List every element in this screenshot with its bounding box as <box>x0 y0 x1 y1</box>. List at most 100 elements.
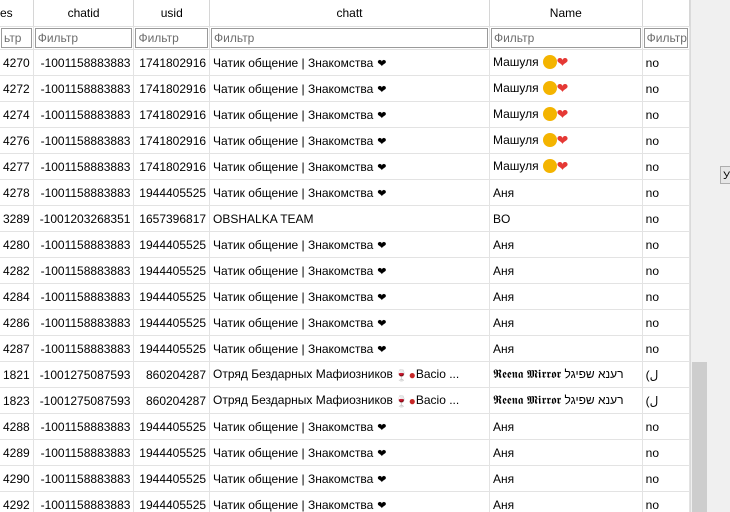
table-row[interactable]: 4278 -1001158883883 1944405525 Чатик общени… <box>0 179 690 206</box>
cell-extra[interactable]: no <box>642 309 690 336</box>
cell-chatt[interactable]: Чатик общение | Знакомства ❤ <box>209 127 490 154</box>
cell-extra[interactable]: no <box>642 257 690 284</box>
cell-id[interactable]: 4280 <box>0 231 34 258</box>
cell-chatt[interactable]: Чатик общение | Знакомства ❤ <box>209 75 490 102</box>
cell-chatt[interactable]: Чатик общение | Знакомства ❤ <box>209 439 490 466</box>
cell-extra[interactable]: no <box>642 75 690 102</box>
column-header-usid[interactable]: usid <box>133 0 211 27</box>
cell-usid[interactable]: 1944405525 <box>133 335 211 362</box>
table-row[interactable]: 4289 -1001158883883 1944405525 Чатик общени… <box>0 439 690 466</box>
cell-chatid[interactable]: -1001158883883 <box>33 335 135 362</box>
filter-cell-es[interactable]: ьтр <box>0 26 34 50</box>
cell-usid[interactable]: 1741802916 <box>133 127 211 154</box>
filter-name-input[interactable]: Фильтр <box>490 28 641 48</box>
cell-usid[interactable]: 1741802916 <box>133 153 211 180</box>
cell-chatid[interactable]: -1001158883883 <box>33 127 135 154</box>
cell-usid[interactable]: 1944405525 <box>133 179 211 206</box>
cell-id[interactable]: 4288 <box>0 413 34 440</box>
cell-id[interactable]: 4270 <box>0 49 34 76</box>
cell-chatt[interactable]: Чатик общение | Знакомства ❤ <box>209 49 490 76</box>
cell-name[interactable]: 𝕽𝖊𝖊𝖓𝖆 𝕸𝖎𝖗𝖗𝖔𝖗 רענא שפיגל <box>489 387 643 414</box>
cell-chatt[interactable]: Чатик общение | Знакомства ❤ <box>209 413 490 440</box>
cell-extra[interactable]: no <box>642 49 690 76</box>
table-row[interactable]: 1821 -1001275087593 860204287 Отряд Бездарн… <box>0 361 690 388</box>
cell-name[interactable]: Аня <box>489 491 643 512</box>
cell-id[interactable]: 4287 <box>0 335 34 362</box>
filter-cell-usid[interactable]: Фильтр <box>133 26 211 50</box>
column-header-chatt[interactable]: chatt <box>209 0 490 27</box>
vertical-scrollbar[interactable] <box>690 0 708 512</box>
cell-usid[interactable]: 1741802916 <box>133 75 211 102</box>
table-row[interactable]: 3289 -1001203268351 1657396817 OBSHALKA TEA… <box>0 205 690 232</box>
table-row[interactable]: 4277 -1001158883883 1741802916 Чатик общени… <box>0 153 690 180</box>
table-row[interactable]: 4280 -1001158883883 1944405525 Чатик общени… <box>0 231 690 258</box>
cell-chatt[interactable]: Чатик общение | Знакомства ❤ <box>209 179 490 206</box>
table-row[interactable]: 4292 -1001158883883 1944405525 Чатик общени… <box>0 491 690 512</box>
cell-chatt[interactable]: Чатик общение | Знакомства ❤ <box>209 283 490 310</box>
cell-chatid[interactable]: -1001275087593 <box>33 361 135 388</box>
cell-extra[interactable]: no <box>642 465 690 492</box>
cell-name[interactable]: 𝕽𝖊𝖊𝖓𝖆 𝕸𝖎𝖗𝖗𝖔𝖗 רענא שפיגל <box>489 361 643 388</box>
cell-usid[interactable]: 1944405525 <box>133 465 211 492</box>
cell-id[interactable]: 1823 <box>0 387 34 414</box>
cell-chatid[interactable]: -1001158883883 <box>33 257 135 284</box>
cell-usid[interactable]: 1944405525 <box>133 257 211 284</box>
cell-id[interactable]: 3289 <box>0 205 34 232</box>
filter-cell-chatid[interactable]: Фильтр <box>33 26 135 50</box>
table-row[interactable]: 4286 -1001158883883 1944405525 Чатик общени… <box>0 309 690 336</box>
cell-extra[interactable]: no <box>642 205 690 232</box>
cell-chatt[interactable]: Чатик общение | Знакомства ❤ <box>209 257 490 284</box>
cell-extra[interactable]: no <box>642 101 690 128</box>
cell-name[interactable]: Аня <box>489 231 643 258</box>
cell-id[interactable]: 4289 <box>0 439 34 466</box>
cell-usid[interactable]: 1657396817 <box>133 205 211 232</box>
filter-chatt-input[interactable]: Фильтр <box>211 28 488 48</box>
cell-chatt[interactable]: Чатик общение | Знакомства ❤ <box>209 335 490 362</box>
cell-name[interactable]: Аня <box>489 465 643 492</box>
column-header-name[interactable]: Name <box>489 0 643 27</box>
cell-name[interactable]: Аня <box>489 413 643 440</box>
column-header-es[interactable]: es <box>0 0 34 27</box>
cell-id[interactable]: 4272 <box>0 75 34 102</box>
cell-name[interactable]: BO <box>489 205 643 232</box>
cell-chatid[interactable]: -1001275087593 <box>33 387 135 414</box>
filter-cell-name[interactable]: Фильтр <box>489 26 643 50</box>
cell-chatid[interactable]: -1001158883883 <box>33 491 135 512</box>
table-row[interactable]: 4270 -1001158883883 1741802916 Чатик общени… <box>0 49 690 76</box>
cell-chatt[interactable]: Чатик общение | Знакомства ❤ <box>209 231 490 258</box>
filter-chatid-input[interactable]: Фильтр <box>34 28 133 48</box>
cell-id[interactable]: 4278 <box>0 179 34 206</box>
cell-extra[interactable]: (ل <box>642 387 690 414</box>
cell-name[interactable]: Машуля ❤ <box>489 153 643 180</box>
cell-id[interactable]: 4292 <box>0 491 34 512</box>
column-header-extra[interactable] <box>642 0 690 27</box>
cell-chatid[interactable]: -1001158883883 <box>33 465 135 492</box>
table-row[interactable]: 4290 -1001158883883 1944405525 Чатик общени… <box>0 465 690 492</box>
cell-usid[interactable]: 1944405525 <box>133 231 211 258</box>
cell-extra[interactable]: no <box>642 283 690 310</box>
cell-chatid[interactable]: -1001158883883 <box>33 179 135 206</box>
table-row[interactable]: 4284 -1001158883883 1944405525 Чатик общени… <box>0 283 690 310</box>
side-button[interactable]: У <box>720 166 730 184</box>
cell-name[interactable]: Машуля ❤ <box>489 101 643 128</box>
filter-cell-extra[interactable]: Фильтр <box>642 26 690 50</box>
cell-extra[interactable]: no <box>642 127 690 154</box>
table-row[interactable]: 4272 -1001158883883 1741802916 Чатик общени… <box>0 75 690 102</box>
cell-extra[interactable]: (ل <box>642 361 690 388</box>
cell-extra[interactable]: no <box>642 413 690 440</box>
cell-chatid[interactable]: -1001158883883 <box>33 439 135 466</box>
filter-usid-input[interactable]: Фильтр <box>135 28 209 48</box>
cell-chatt[interactable]: Чатик общение | Знакомства ❤ <box>209 491 490 512</box>
cell-name[interactable]: Аня <box>489 283 643 310</box>
cell-usid[interactable]: 1944405525 <box>133 283 211 310</box>
cell-chatid[interactable]: -1001158883883 <box>33 75 135 102</box>
table-row[interactable]: 1823 -1001275087593 860204287 Отряд Бездарн… <box>0 387 690 414</box>
cell-chatid[interactable]: -1001158883883 <box>33 413 135 440</box>
cell-id[interactable]: 4277 <box>0 153 34 180</box>
cell-name[interactable]: Аня <box>489 439 643 466</box>
table-row[interactable]: 4282 -1001158883883 1944405525 Чатик общени… <box>0 257 690 284</box>
cell-id[interactable]: 4282 <box>0 257 34 284</box>
cell-name[interactable]: Аня <box>489 257 643 284</box>
cell-chatt[interactable]: Отряд Бездарных Мафиозников 🍷●Bacio ... <box>209 361 490 388</box>
cell-chatid[interactable]: -1001158883883 <box>33 49 135 76</box>
